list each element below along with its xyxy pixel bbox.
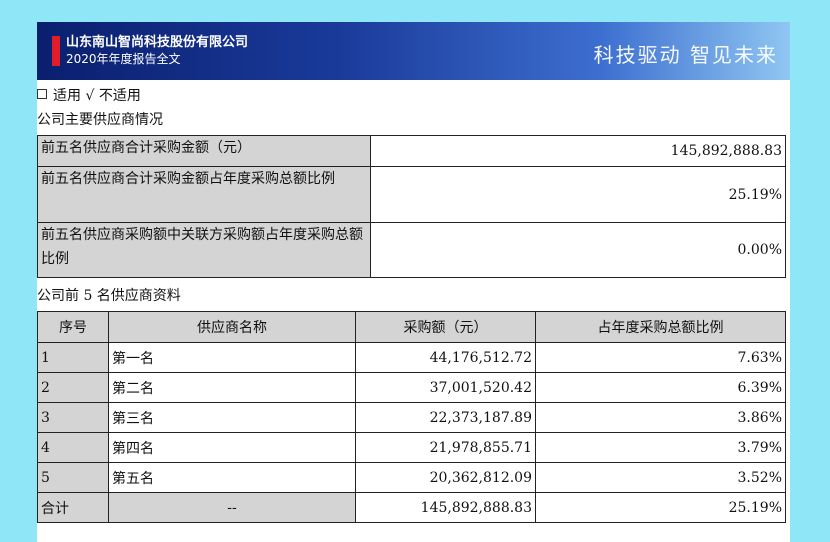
purchase-amount: 44,176,512.72 (355, 342, 536, 373)
purchase-amount: 21,978,855.71 (355, 432, 536, 463)
summary-label: 前五名供应商采购额中关联方采购额占年度采购总额比例 (37, 222, 371, 278)
purchase-amount: 20,362,812.09 (355, 462, 536, 493)
table-row: 1 第一名 44,176,512.72 7.63% (37, 342, 786, 373)
column-header: 占年度采购总额比例 (535, 311, 786, 343)
table-row: 前五名供应商采购额中关联方采购额占年度采购总额比例 0.00% (37, 222, 786, 278)
row-index: 1 (37, 342, 109, 373)
table-row: 3 第三名 22,373,187.89 3.86% (37, 402, 786, 433)
supplier-name: 第三名 (108, 402, 356, 433)
row-index: 2 (37, 372, 109, 403)
table-header-row: 序号 供应商名称 采购额（元） 占年度采购总额比例 (37, 311, 786, 343)
table-total-row: 合计 -- 145,892,888.83 25.19% (37, 492, 786, 523)
purchase-ratio: 3.52% (535, 462, 786, 493)
purchase-ratio: 7.63% (535, 342, 786, 373)
purchase-amount: 22,373,187.89 (355, 402, 536, 433)
purchase-ratio: 3.86% (535, 402, 786, 433)
supplier-name: 第一名 (108, 342, 356, 373)
table-row: 2 第二名 37,001,520.42 6.39% (37, 372, 786, 403)
purchase-ratio: 6.39% (535, 372, 786, 403)
row-index: 合计 (37, 492, 109, 523)
report-header: 山东南山智尚科技股份有限公司 2020年年度报告全文 科技驱动 智见未来 (37, 22, 790, 80)
option-not-applicable: 不适用 (98, 88, 141, 104)
table-row: 4 第四名 21,978,855.71 3.79% (37, 432, 786, 463)
summary-value: 0.00% (370, 222, 786, 278)
company-name: 山东南山智尚科技股份有限公司 (66, 35, 249, 50)
option-applicable: 适用 (53, 88, 81, 104)
table-row: 前五名供应商合计采购金额（元） 145,892,888.83 (37, 135, 786, 167)
summary-value: 25.19% (370, 166, 786, 223)
row-index: 5 (37, 462, 109, 493)
section-title-top5-suppliers: 公司前 5 名供应商资料 (37, 288, 181, 304)
purchase-ratio: 3.79% (535, 432, 786, 463)
check-mark-icon: √ (85, 88, 95, 104)
red-accent-bar (52, 36, 60, 66)
summary-label: 前五名供应商合计采购金额占年度采购总额比例 (37, 166, 371, 223)
report-title: 2020年年度报告全文 (66, 52, 181, 66)
supplier-name: 第四名 (108, 432, 356, 463)
row-index: 3 (37, 402, 109, 433)
column-header: 采购额（元） (355, 311, 536, 343)
checkbox-icon (37, 89, 47, 99)
supplier-name: 第五名 (108, 462, 356, 493)
supplier-name: 第二名 (108, 372, 356, 403)
supplier-name: -- (108, 492, 356, 523)
top5-suppliers-table: 序号 供应商名称 采购额（元） 占年度采购总额比例 1 第一名 44,176,5… (37, 311, 786, 523)
purchase-ratio: 25.19% (535, 492, 786, 523)
applicability-line: 适用 √ 不适用 (37, 86, 141, 106)
summary-label: 前五名供应商合计采购金额（元） (37, 135, 371, 167)
table-row: 前五名供应商合计采购金额占年度采购总额比例 25.19% (37, 166, 786, 223)
column-header: 序号 (37, 311, 109, 343)
purchase-amount: 37,001,520.42 (355, 372, 536, 403)
table-row: 5 第五名 20,362,812.09 3.52% (37, 462, 786, 493)
column-header: 供应商名称 (108, 311, 356, 343)
document-body: 适用 √ 不适用 公司主要供应商情况 前五名供应商合计采购金额（元） 145,8… (37, 80, 790, 542)
purchase-amount: 145,892,888.83 (355, 492, 536, 523)
supplier-summary-table: 前五名供应商合计采购金额（元） 145,892,888.83 前五名供应商合计采… (37, 135, 786, 278)
slogan: 科技驱动 智见未来 (593, 43, 778, 67)
summary-value: 145,892,888.83 (370, 135, 786, 167)
section-title-main-suppliers: 公司主要供应商情况 (37, 112, 163, 128)
row-index: 4 (37, 432, 109, 463)
